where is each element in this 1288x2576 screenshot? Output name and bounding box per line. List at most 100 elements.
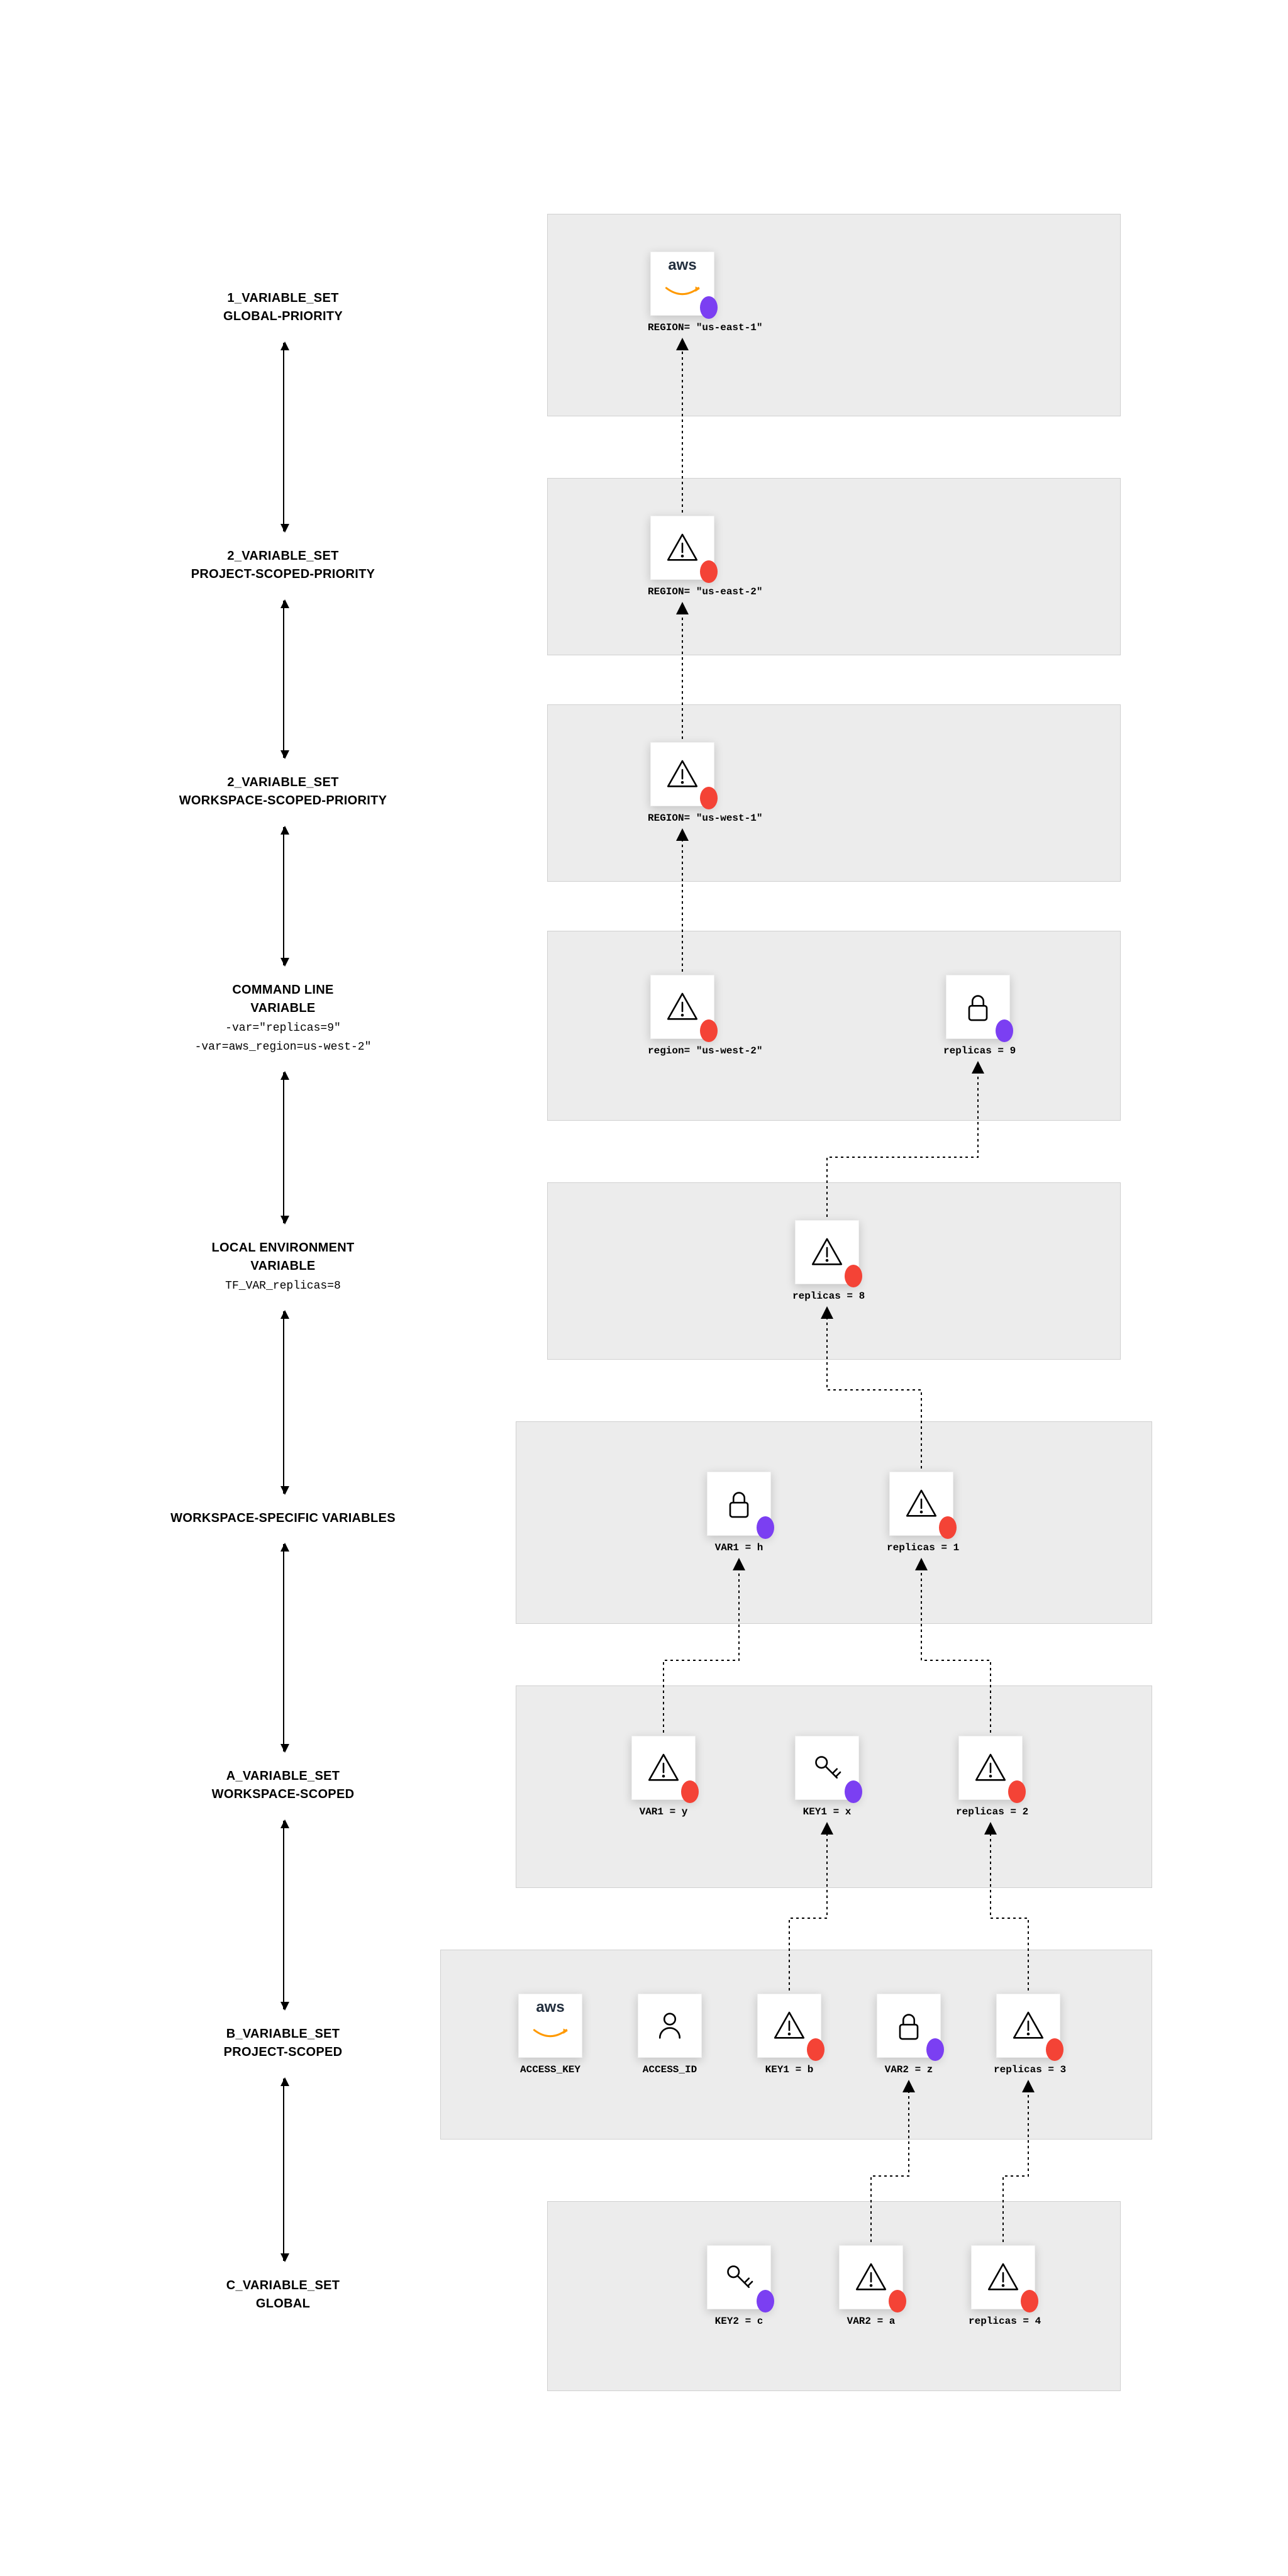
status-dot-applied [996, 1019, 1013, 1042]
lock-icon [707, 1472, 771, 1536]
card-g4-replicas: replicas = 9 [943, 975, 1013, 1057]
cap-g1-region: REGION= "us-east-1" [648, 322, 717, 333]
status-dot-overridden [1046, 2038, 1063, 2061]
label-9-line2: GLOBAL [256, 2297, 310, 2311]
status-dot-overridden [845, 1265, 862, 1287]
cap-g7-var1: VAR1 = y [629, 1806, 698, 1818]
label-3: 2_VARIABLE_SET WORKSPACE-SCOPED-PRIORITY [138, 774, 428, 810]
vline-2-3 [283, 601, 284, 758]
card-g7-key1: KEY1 = x [792, 1736, 862, 1818]
card-g9-replicas: replicas = 4 [969, 2245, 1038, 2327]
cap-g7-replicas: replicas = 2 [956, 1806, 1025, 1818]
warning-icon [971, 2245, 1035, 2309]
card-g2-region: REGION= "us-east-2" [648, 516, 717, 597]
label-4-sub2: -var=aws_region=us-west-2" [151, 1039, 415, 1055]
label-8: B_VARIABLE_SET PROJECT-SCOPED [164, 2025, 402, 2062]
cap-g2-region: REGION= "us-east-2" [648, 586, 717, 597]
label-4-line2: VARIABLE [250, 1001, 315, 1015]
card-g6-var1: VAR1 = h [704, 1472, 774, 1553]
label-1: 1_VARIABLE_SET GLOBAL-PRIORITY [164, 289, 402, 326]
cap-g8-key1: KEY1 = b [755, 2064, 824, 2075]
vline-3-4 [283, 827, 284, 965]
group-2-project-scoped-priority [547, 478, 1121, 655]
group-1-global-priority [547, 214, 1121, 416]
label-6: WORKSPACE-SPECIFIC VARIABLES [138, 1509, 428, 1528]
status-dot-applied [700, 296, 718, 319]
warning-icon [631, 1736, 696, 1800]
label-4: COMMAND LINE VARIABLE -var="replicas=9" … [151, 981, 415, 1055]
key-icon [795, 1736, 859, 1800]
card-g4-region: region= "us-west-2" [648, 975, 717, 1057]
label-3-line2: WORKSPACE-SCOPED-PRIORITY [179, 794, 387, 808]
card-g6-replicas: replicas = 1 [887, 1472, 956, 1553]
warning-icon [757, 1994, 821, 2058]
label-2: 2_VARIABLE_SET PROJECT-SCOPED-PRIORITY [164, 547, 402, 584]
aws-icon: aws [518, 1994, 582, 2058]
label-5-line2: VARIABLE [250, 1259, 315, 1273]
label-2-line1: 2_VARIABLE_SET [227, 549, 338, 563]
aws-icon: aws [650, 252, 714, 316]
status-dot-overridden [700, 560, 718, 583]
vline-4-5 [283, 1072, 284, 1223]
status-dot-applied [757, 1516, 774, 1539]
status-dot-applied [757, 2290, 774, 2312]
warning-icon [996, 1994, 1060, 2058]
cap-g8-replicas: replicas = 3 [994, 2064, 1063, 2075]
diagram-canvas: 1_VARIABLE_SET GLOBAL-PRIORITY 2_VARIABL… [0, 0, 1288, 2576]
cap-g9-key2: KEY2 = c [704, 2316, 774, 2327]
card-g8-access-key: aws ACCESS_KEY [516, 1994, 585, 2075]
status-dot-applied [845, 1780, 862, 1803]
cap-g9-replicas: replicas = 4 [969, 2316, 1038, 2327]
lock-icon [877, 1994, 941, 2058]
warning-icon [958, 1736, 1023, 1800]
vline-1-2 [283, 343, 284, 531]
cap-g6-var1: VAR1 = h [704, 1542, 774, 1553]
cap-g4-region: region= "us-west-2" [648, 1045, 717, 1057]
label-5-sub: TF_VAR_replicas=8 [164, 1278, 402, 1294]
card-g5-replicas: replicas = 8 [792, 1220, 862, 1302]
cap-g3-region: REGION= "us-west-1" [648, 813, 717, 824]
label-9: C_VARIABLE_SET GLOBAL [164, 2277, 402, 2313]
label-7: A_VARIABLE_SET WORKSPACE-SCOPED [164, 1767, 402, 1804]
label-8-line1: B_VARIABLE_SET [226, 2027, 340, 2041]
status-dot-overridden [700, 787, 718, 809]
cap-g9-var2: VAR2 = a [836, 2316, 906, 2327]
cap-g8-access-key: ACCESS_KEY [516, 2064, 585, 2075]
user-icon [638, 1994, 702, 2058]
label-5: LOCAL ENVIRONMENT VARIABLE TF_VAR_replic… [164, 1239, 402, 1294]
card-g7-replicas: replicas = 2 [956, 1736, 1025, 1818]
card-g8-var2: VAR2 = z [874, 1994, 943, 2075]
status-dot-overridden [889, 2290, 906, 2312]
status-dot-overridden [1021, 2290, 1038, 2312]
cap-g6-replicas: replicas = 1 [887, 1542, 956, 1553]
vline-7-8 [283, 1821, 284, 2009]
card-g3-region: REGION= "us-west-1" [648, 742, 717, 824]
label-2-line2: PROJECT-SCOPED-PRIORITY [191, 567, 375, 581]
status-dot-overridden [807, 2038, 824, 2061]
card-g8-replicas: replicas = 3 [994, 1994, 1063, 2075]
label-9-line1: C_VARIABLE_SET [226, 2279, 340, 2292]
group-workspace-specific [516, 1421, 1152, 1624]
status-dot-overridden [1008, 1780, 1026, 1803]
card-g8-access-id: ACCESS_ID [635, 1994, 704, 2075]
label-4-sub1: -var="replicas=9" [151, 1020, 415, 1036]
vline-8-9 [283, 2079, 284, 2261]
label-7-line2: WORKSPACE-SCOPED [212, 1787, 355, 1801]
label-1-line2: GLOBAL-PRIORITY [223, 309, 343, 323]
card-g7-var1: VAR1 = y [629, 1736, 698, 1818]
label-5-line1: LOCAL ENVIRONMENT [212, 1241, 355, 1255]
cap-g7-key1: KEY1 = x [792, 1806, 862, 1818]
group-command-line [547, 931, 1121, 1121]
warning-icon [650, 975, 714, 1039]
card-g9-key2: KEY2 = c [704, 2245, 774, 2327]
warning-icon [650, 516, 714, 580]
card-g1-region: aws REGION= "us-east-1" [648, 252, 717, 333]
card-g8-key1: KEY1 = b [755, 1994, 824, 2075]
label-3-line1: 2_VARIABLE_SET [227, 775, 338, 789]
group-2-workspace-scoped-priority [547, 704, 1121, 882]
card-g9-var2: VAR2 = a [836, 2245, 906, 2327]
label-7-line1: A_VARIABLE_SET [226, 1769, 340, 1783]
label-8-line2: PROJECT-SCOPED [224, 2045, 343, 2059]
warning-icon [795, 1220, 859, 1284]
status-dot-overridden [681, 1780, 699, 1803]
